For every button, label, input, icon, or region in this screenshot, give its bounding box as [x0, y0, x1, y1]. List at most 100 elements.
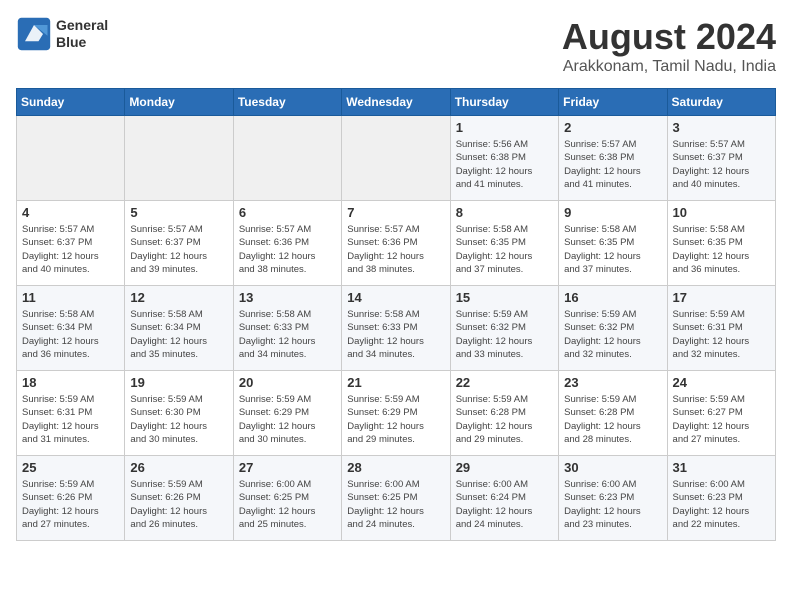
calendar-cell: 5 Sunrise: 5:57 AM Sunset: 6:37 PM Daylig…	[125, 201, 233, 286]
day-info: Sunrise: 6:00 AM Sunset: 6:23 PM Dayligh…	[673, 478, 770, 531]
day-number: 16	[564, 290, 661, 305]
calendar-cell: 15 Sunrise: 5:59 AM Sunset: 6:32 PM Dayli…	[450, 286, 558, 371]
day-info: Sunrise: 5:58 AM Sunset: 6:33 PM Dayligh…	[347, 308, 444, 361]
logo-icon	[16, 16, 52, 52]
day-info: Sunrise: 5:58 AM Sunset: 6:34 PM Dayligh…	[22, 308, 119, 361]
day-number: 1	[456, 120, 553, 135]
day-info: Sunrise: 5:57 AM Sunset: 6:38 PM Dayligh…	[564, 138, 661, 191]
day-info: Sunrise: 5:58 AM Sunset: 6:35 PM Dayligh…	[673, 223, 770, 276]
calendar-cell: 23 Sunrise: 5:59 AM Sunset: 6:28 PM Dayli…	[559, 371, 667, 456]
day-number: 15	[456, 290, 553, 305]
day-number: 27	[239, 460, 336, 475]
calendar-week-row: 1 Sunrise: 5:56 AM Sunset: 6:38 PM Daylig…	[17, 116, 776, 201]
calendar-cell: 16 Sunrise: 5:59 AM Sunset: 6:32 PM Dayli…	[559, 286, 667, 371]
day-number: 4	[22, 205, 119, 220]
calendar-cell: 25 Sunrise: 5:59 AM Sunset: 6:26 PM Dayli…	[17, 456, 125, 541]
calendar-cell: 3Sunrise: 5:57 AM Sunset: 6:37 PM Daylig…	[667, 116, 775, 201]
day-number: 11	[22, 290, 119, 305]
day-number: 18	[22, 375, 119, 390]
day-number: 10	[673, 205, 770, 220]
day-number: 28	[347, 460, 444, 475]
day-info: Sunrise: 5:58 AM Sunset: 6:34 PM Dayligh…	[130, 308, 227, 361]
weekday-row: SundayMondayTuesdayWednesdayThursdayFrid…	[17, 89, 776, 116]
day-info: Sunrise: 5:59 AM Sunset: 6:32 PM Dayligh…	[564, 308, 661, 361]
day-info: Sunrise: 6:00 AM Sunset: 6:24 PM Dayligh…	[456, 478, 553, 531]
calendar-week-row: 4 Sunrise: 5:57 AM Sunset: 6:37 PM Daylig…	[17, 201, 776, 286]
calendar-cell: 13 Sunrise: 5:58 AM Sunset: 6:33 PM Dayli…	[233, 286, 341, 371]
weekday-header: Thursday	[450, 89, 558, 116]
weekday-header: Wednesday	[342, 89, 450, 116]
calendar-table: SundayMondayTuesdayWednesdayThursdayFrid…	[16, 88, 776, 541]
calendar-week-row: 25 Sunrise: 5:59 AM Sunset: 6:26 PM Dayli…	[17, 456, 776, 541]
calendar-cell: 28Sunrise: 6:00 AM Sunset: 6:25 PM Dayli…	[342, 456, 450, 541]
day-info: Sunrise: 5:57 AM Sunset: 6:36 PM Dayligh…	[347, 223, 444, 276]
day-info: Sunrise: 5:59 AM Sunset: 6:26 PM Dayligh…	[22, 478, 119, 531]
calendar-cell: 9Sunrise: 5:58 AM Sunset: 6:35 PM Daylig…	[559, 201, 667, 286]
calendar-cell: 2 Sunrise: 5:57 AM Sunset: 6:38 PM Daylig…	[559, 116, 667, 201]
weekday-header: Friday	[559, 89, 667, 116]
day-info: Sunrise: 5:59 AM Sunset: 6:31 PM Dayligh…	[22, 393, 119, 446]
weekday-header: Tuesday	[233, 89, 341, 116]
day-info: Sunrise: 5:57 AM Sunset: 6:37 PM Dayligh…	[673, 138, 770, 191]
day-info: Sunrise: 5:59 AM Sunset: 6:28 PM Dayligh…	[564, 393, 661, 446]
day-info: Sunrise: 5:59 AM Sunset: 6:29 PM Dayligh…	[239, 393, 336, 446]
day-info: Sunrise: 5:59 AM Sunset: 6:31 PM Dayligh…	[673, 308, 770, 361]
day-number: 22	[456, 375, 553, 390]
day-info: Sunrise: 5:56 AM Sunset: 6:38 PM Dayligh…	[456, 138, 553, 191]
calendar-cell: 14 Sunrise: 5:58 AM Sunset: 6:33 PM Dayli…	[342, 286, 450, 371]
day-number: 2	[564, 120, 661, 135]
calendar-week-row: 11 Sunrise: 5:58 AM Sunset: 6:34 PM Dayli…	[17, 286, 776, 371]
title-block: August 2024 Arakkonam, Tamil Nadu, India	[562, 16, 776, 76]
location: Arakkonam, Tamil Nadu, India	[562, 58, 776, 76]
day-number: 7	[347, 205, 444, 220]
weekday-header: Monday	[125, 89, 233, 116]
day-number: 29	[456, 460, 553, 475]
calendar-cell	[125, 116, 233, 201]
weekday-header: Saturday	[667, 89, 775, 116]
calendar-cell: 4 Sunrise: 5:57 AM Sunset: 6:37 PM Daylig…	[17, 201, 125, 286]
day-info: Sunrise: 5:58 AM Sunset: 6:33 PM Dayligh…	[239, 308, 336, 361]
day-number: 17	[673, 290, 770, 305]
day-number: 24	[673, 375, 770, 390]
calendar-cell	[17, 116, 125, 201]
calendar-cell: 19Sunrise: 5:59 AM Sunset: 6:30 PM Dayli…	[125, 371, 233, 456]
day-info: Sunrise: 5:57 AM Sunset: 6:36 PM Dayligh…	[239, 223, 336, 276]
calendar-cell: 6 Sunrise: 5:57 AM Sunset: 6:36 PM Daylig…	[233, 201, 341, 286]
month-year: August 2024	[562, 16, 776, 58]
calendar-cell: 17 Sunrise: 5:59 AM Sunset: 6:31 PM Dayli…	[667, 286, 775, 371]
day-number: 21	[347, 375, 444, 390]
day-number: 14	[347, 290, 444, 305]
calendar-body: 1 Sunrise: 5:56 AM Sunset: 6:38 PM Daylig…	[17, 116, 776, 541]
day-number: 25	[22, 460, 119, 475]
calendar-cell: 11 Sunrise: 5:58 AM Sunset: 6:34 PM Dayli…	[17, 286, 125, 371]
day-number: 6	[239, 205, 336, 220]
day-number: 9	[564, 205, 661, 220]
day-number: 20	[239, 375, 336, 390]
calendar-cell: 7 Sunrise: 5:57 AM Sunset: 6:36 PM Daylig…	[342, 201, 450, 286]
calendar-header: SundayMondayTuesdayWednesdayThursdayFrid…	[17, 89, 776, 116]
calendar-cell	[233, 116, 341, 201]
day-info: Sunrise: 5:59 AM Sunset: 6:26 PM Dayligh…	[130, 478, 227, 531]
day-number: 5	[130, 205, 227, 220]
calendar-cell: 20 Sunrise: 5:59 AM Sunset: 6:29 PM Dayli…	[233, 371, 341, 456]
calendar-cell: 31 Sunrise: 6:00 AM Sunset: 6:23 PM Dayli…	[667, 456, 775, 541]
calendar-cell: 18 Sunrise: 5:59 AM Sunset: 6:31 PM Dayli…	[17, 371, 125, 456]
day-info: Sunrise: 5:59 AM Sunset: 6:27 PM Dayligh…	[673, 393, 770, 446]
day-info: Sunrise: 6:00 AM Sunset: 6:25 PM Dayligh…	[239, 478, 336, 531]
day-info: Sunrise: 5:57 AM Sunset: 6:37 PM Dayligh…	[22, 223, 119, 276]
calendar-cell	[342, 116, 450, 201]
calendar-week-row: 18 Sunrise: 5:59 AM Sunset: 6:31 PM Dayli…	[17, 371, 776, 456]
day-number: 13	[239, 290, 336, 305]
day-info: Sunrise: 5:59 AM Sunset: 6:32 PM Dayligh…	[456, 308, 553, 361]
day-number: 31	[673, 460, 770, 475]
day-number: 23	[564, 375, 661, 390]
day-number: 30	[564, 460, 661, 475]
day-info: Sunrise: 6:00 AM Sunset: 6:23 PM Dayligh…	[564, 478, 661, 531]
calendar-cell: 22Sunrise: 5:59 AM Sunset: 6:28 PM Dayli…	[450, 371, 558, 456]
day-info: Sunrise: 5:58 AM Sunset: 6:35 PM Dayligh…	[456, 223, 553, 276]
calendar-cell: 8Sunrise: 5:58 AM Sunset: 6:35 PM Daylig…	[450, 201, 558, 286]
calendar-cell: 21Sunrise: 5:59 AM Sunset: 6:29 PM Dayli…	[342, 371, 450, 456]
day-info: Sunrise: 5:57 AM Sunset: 6:37 PM Dayligh…	[130, 223, 227, 276]
calendar-cell: 26Sunrise: 5:59 AM Sunset: 6:26 PM Dayli…	[125, 456, 233, 541]
logo: General Blue	[16, 16, 108, 52]
